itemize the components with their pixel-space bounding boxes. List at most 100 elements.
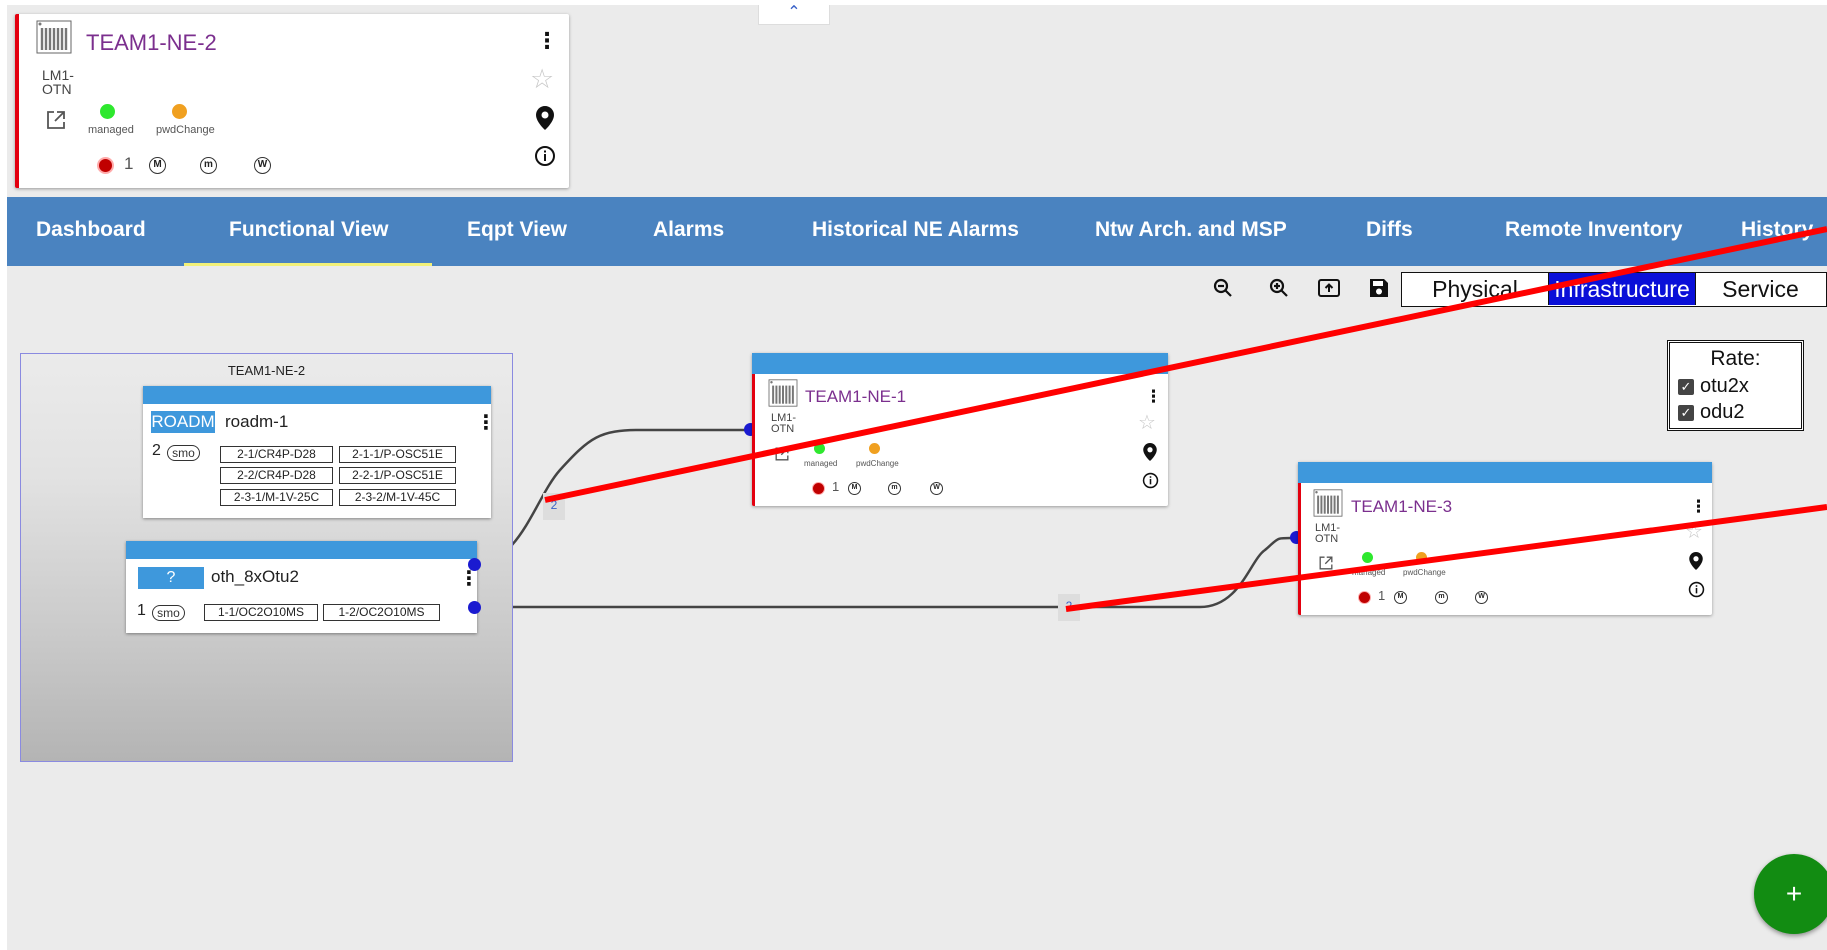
location-pin-icon[interactable]	[1689, 552, 1703, 575]
open-external-icon[interactable]	[45, 109, 67, 136]
roadm-type-tag: ROADM	[151, 411, 215, 433]
connection-endpoint[interactable]	[468, 558, 481, 571]
ne-card-menu-icon[interactable]: ⋮	[1690, 498, 1707, 515]
oth-type-tag: ?	[138, 567, 204, 589]
view-infrastructure-button[interactable]: Infrastructure	[1549, 273, 1695, 305]
ne-rack-icon	[1313, 489, 1343, 522]
pwdchange-status-dot	[172, 104, 187, 119]
pwdchange-status-dot	[869, 443, 880, 454]
minor-alarm-icon[interactable]: m	[1435, 591, 1448, 604]
otu2x-checkbox[interactable]: ✓	[1678, 379, 1694, 395]
major-alarm-icon[interactable]: M	[1394, 591, 1407, 604]
managed-status-dot	[100, 104, 115, 119]
ne-type-label: LM1- OTN	[42, 67, 74, 97]
tab-dashboard[interactable]: Dashboard	[36, 197, 146, 266]
favorite-star-icon[interactable]: ☆	[530, 66, 554, 93]
ne-card-team1-ne-1[interactable]: TEAM1-NE-1 LM1- OTN managed pwdChange 1 M…	[752, 353, 1168, 506]
roadm-port[interactable]: 2-1-1/P-OSC51E	[339, 446, 456, 463]
warning-alarm-icon[interactable]: W	[254, 157, 271, 174]
oth-name: oth_8xOtu2	[211, 567, 299, 586]
major-alarm-icon[interactable]: M	[149, 157, 166, 174]
managed-status-label: managed	[1352, 568, 1386, 577]
zoom-in-icon[interactable]	[1266, 277, 1292, 303]
ne-group-container[interactable]: TEAM1-NE-2 ROADM roadm-1 ⋮ 2 smo 2-1/CR4…	[20, 353, 513, 762]
ne-name-link[interactable]: TEAM1-NE-3	[1351, 497, 1452, 517]
view-physical-button[interactable]: Physical	[1402, 273, 1549, 305]
oth-port[interactable]: 1-2/OC2O10MS	[323, 604, 440, 621]
open-external-icon[interactable]	[774, 446, 790, 467]
major-alarm-icon[interactable]: M	[848, 482, 861, 495]
group-title: TEAM1-NE-2	[227, 363, 306, 378]
view-mode-toggle: Physical Infrastructure Service	[1401, 272, 1827, 307]
open-external-icon[interactable]	[1318, 555, 1334, 576]
warning-alarm-icon[interactable]: W	[1475, 591, 1488, 604]
oth-box-header	[126, 541, 477, 559]
minor-alarm-icon[interactable]: m	[888, 482, 901, 495]
ne-rack-icon	[768, 379, 798, 412]
pwdchange-status-dot	[1416, 552, 1427, 563]
tab-remote-inventory[interactable]: Remote Inventory	[1505, 197, 1682, 266]
ne-summary-card: TEAM1-NE-2 LM1- OTN managed pwdChange 1 M…	[15, 14, 569, 188]
rate-filter-otu2x[interactable]: ✓ otu2x	[1678, 375, 1749, 398]
ne-type-label: LM1- OTN	[1315, 522, 1341, 545]
info-icon[interactable]	[1142, 472, 1159, 494]
tab-ntw-arch-msp[interactable]: Ntw Arch. and MSP	[1095, 197, 1287, 266]
tab-historical-ne-alarms[interactable]: Historical NE Alarms	[812, 197, 1019, 266]
location-pin-icon[interactable]	[536, 106, 554, 135]
warning-alarm-icon[interactable]: W	[930, 482, 943, 495]
ne-type-label: LM1- OTN	[771, 412, 797, 435]
favorite-star-icon[interactable]: ☆	[1685, 522, 1703, 542]
info-icon[interactable]	[534, 145, 556, 172]
collapse-header-toggle[interactable]: ⌃	[758, 5, 830, 25]
info-icon[interactable]	[1688, 581, 1705, 603]
rate-filter-odu2[interactable]: ✓ odu2	[1678, 401, 1745, 424]
oth-port[interactable]: 1-1/OC2O10MS	[204, 604, 318, 621]
oth-smo-badge: smo	[152, 605, 185, 621]
tab-alarms[interactable]: Alarms	[653, 197, 724, 266]
roadm-port[interactable]: 2-3-2/M-1V-45C	[339, 489, 456, 506]
roadm-port[interactable]: 2-1/CR4P-D28	[220, 446, 333, 463]
ne-name-link[interactable]: TEAM1-NE-1	[805, 387, 906, 407]
roadm-menu-icon[interactable]: ⋮	[476, 413, 496, 433]
roadm-box-header	[143, 386, 491, 404]
view-service-button[interactable]: Service	[1695, 273, 1825, 305]
tab-functional-view[interactable]: Functional View	[183, 197, 434, 266]
roadm-port[interactable]: 2-2/CR4P-D28	[220, 467, 333, 484]
managed-status-label: managed	[804, 459, 838, 468]
ne-card-menu-icon[interactable]: ⋮	[1145, 388, 1162, 405]
link-label-upper[interactable]: 2	[543, 493, 565, 520]
oth-count: 1	[137, 602, 146, 619]
pwdchange-status-label: pwdChange	[856, 459, 899, 468]
roadm-port[interactable]: 2-3-1/M-1V-25C	[220, 489, 333, 506]
critical-alarm-icon[interactable]	[1358, 591, 1371, 604]
add-fab-button[interactable]: +	[1754, 854, 1827, 934]
odu2-checkbox[interactable]: ✓	[1678, 405, 1694, 421]
oth-box[interactable]: ? oth_8xOtu2 ⋮ 1 smo 1-1/OC2O10MS 1-2/OC…	[126, 541, 479, 633]
roadm-port[interactable]: 2-2-1/P-OSC51E	[339, 467, 456, 484]
save-icon[interactable]	[1366, 277, 1392, 303]
tab-history[interactable]: History	[1741, 197, 1813, 266]
favorite-star-icon[interactable]: ☆	[1138, 413, 1156, 433]
ne-card-menu-icon[interactable]: ⋮	[536, 30, 558, 52]
tab-eqpt-view[interactable]: Eqpt View	[467, 197, 567, 266]
ne-name-link[interactable]: TEAM1-NE-2	[86, 30, 217, 56]
connection-endpoint[interactable]	[468, 601, 481, 614]
tab-diffs[interactable]: Diffs	[1366, 197, 1413, 266]
pwdchange-status-label: pwdChange	[156, 124, 215, 136]
critical-alarm-icon[interactable]	[812, 482, 825, 495]
export-icon[interactable]	[1316, 277, 1342, 303]
ne-card-header	[1298, 462, 1712, 483]
link-label-lower[interactable]: 2	[1058, 594, 1080, 621]
critical-alarm-icon[interactable]	[97, 157, 114, 174]
location-pin-icon[interactable]	[1143, 443, 1157, 466]
roadm-name: roadm-1	[225, 412, 289, 431]
alarm-count: 1	[1378, 588, 1386, 603]
roadm-box[interactable]: ROADM roadm-1 ⋮ 2 smo 2-1/CR4P-D28 2-1-1…	[143, 386, 496, 518]
alarm-count: 1	[832, 479, 840, 494]
zoom-out-icon[interactable]	[1210, 277, 1236, 303]
minor-alarm-icon[interactable]: m	[200, 157, 217, 174]
ne-card-team1-ne-3[interactable]: TEAM1-NE-3 LM1- OTN managed pwdChange 1 M…	[1298, 462, 1712, 615]
managed-status-label: managed	[88, 124, 134, 136]
oth-menu-icon[interactable]: ⋮	[459, 569, 479, 589]
managed-status-dot	[1362, 552, 1373, 563]
